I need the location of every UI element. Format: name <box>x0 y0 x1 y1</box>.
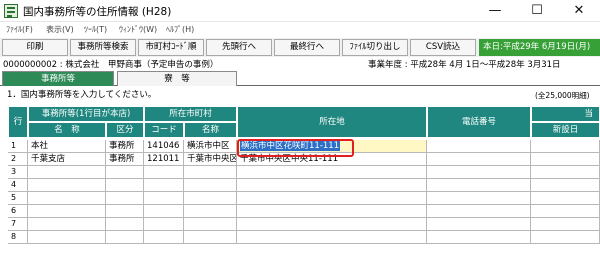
category-cell[interactable] <box>106 218 144 231</box>
city-code-cell[interactable] <box>144 205 184 218</box>
row-number: 7 <box>8 218 28 231</box>
header-new-establish: 新設日 <box>531 122 600 138</box>
phone-cell[interactable] <box>427 153 531 166</box>
last-row-button[interactable]: 最終行へ <box>274 39 340 56</box>
category-cell[interactable] <box>106 179 144 192</box>
address-cell[interactable] <box>237 218 427 231</box>
office-name-cell[interactable] <box>28 218 106 231</box>
city-name-cell[interactable] <box>184 192 237 205</box>
category-cell[interactable] <box>106 192 144 205</box>
menu-tools[interactable]: ﾂｰﾙ(T) <box>84 24 107 35</box>
highlight-annotation <box>237 139 354 157</box>
phone-cell[interactable] <box>427 218 531 231</box>
menu-help[interactable]: ﾍﾙﾌﾟ(H) <box>166 24 194 35</box>
tab-offices[interactable]: 事務所等 <box>2 71 114 86</box>
category-cell[interactable]: 事務所 <box>106 153 144 166</box>
city-name-cell[interactable]: 横浜市中区 <box>184 140 237 153</box>
row-number: 8 <box>8 231 28 244</box>
header-city-group: 所在市町村 <box>144 106 237 122</box>
phone-cell[interactable] <box>427 140 531 153</box>
city-code-cell[interactable]: 141046 <box>144 140 184 153</box>
row-number: 1 <box>8 140 28 153</box>
header-extra: 当 <box>531 106 600 122</box>
header-name: 名 称 <box>28 122 106 138</box>
new-establish-cell[interactable] <box>531 140 600 153</box>
company-info: 0000000002 : 株式会社 甲野商事（予定申告の事例） <box>3 60 219 70</box>
window-title: 国内事務所等の住所情報 (H28) <box>23 6 172 18</box>
menu-window[interactable]: ｳｨﾝﾄﾞｳ(W) <box>119 24 157 35</box>
new-establish-cell[interactable] <box>531 231 600 244</box>
header-phone: 電話番号 <box>427 106 531 138</box>
header-category: 区分 <box>106 122 144 138</box>
new-establish-cell[interactable] <box>531 205 600 218</box>
city-name-cell[interactable] <box>184 205 237 218</box>
app-icon <box>4 4 18 18</box>
menu-file[interactable]: ﾌｧｲﾙ(F) <box>6 24 33 35</box>
city-name-cell[interactable] <box>184 218 237 231</box>
minimize-button[interactable]: — <box>474 0 516 22</box>
city-code-order-button[interactable]: 市町村ｺｰﾄﾞ順 <box>138 39 204 56</box>
phone-cell[interactable] <box>427 231 531 244</box>
category-cell[interactable] <box>106 231 144 244</box>
maximize-button[interactable]: ☐ <box>516 0 558 22</box>
office-name-cell[interactable] <box>28 166 106 179</box>
office-search-button[interactable]: 事務所等検索 <box>70 39 136 56</box>
row-number: 5 <box>8 192 28 205</box>
city-name-cell[interactable] <box>184 166 237 179</box>
fiscal-year: 事業年度 : 平成28年 4月 1日～平成28年 3月31日 <box>368 60 561 70</box>
city-name-cell[interactable]: 千葉市中央区 <box>184 153 237 166</box>
header-city-name: 名称 <box>184 122 237 138</box>
city-code-cell[interactable] <box>144 192 184 205</box>
new-establish-cell[interactable] <box>531 166 600 179</box>
address-cell[interactable] <box>237 205 427 218</box>
header-location: 所在地 <box>237 106 427 138</box>
city-code-cell[interactable]: 121011 <box>144 153 184 166</box>
new-establish-cell[interactable] <box>531 218 600 231</box>
phone-cell[interactable] <box>427 179 531 192</box>
row-number: 6 <box>8 205 28 218</box>
city-code-cell[interactable] <box>144 218 184 231</box>
new-establish-cell[interactable] <box>531 153 600 166</box>
phone-cell[interactable] <box>427 166 531 179</box>
detail-count: (全25,000明細) <box>535 91 590 100</box>
city-name-cell[interactable] <box>184 179 237 192</box>
phone-cell[interactable] <box>427 205 531 218</box>
today-date: 本日:平成29年 6月19日(月) <box>479 39 600 56</box>
file-export-button[interactable]: ﾌｧｲﾙ切り出し <box>342 39 408 56</box>
instruction-text: 1．国内事務所等を入力してください。 <box>7 90 157 100</box>
city-code-cell[interactable] <box>144 231 184 244</box>
category-cell[interactable] <box>106 205 144 218</box>
office-name-cell[interactable] <box>28 231 106 244</box>
city-code-cell[interactable] <box>144 179 184 192</box>
office-name-cell[interactable]: 本社 <box>28 140 106 153</box>
new-establish-cell[interactable] <box>531 179 600 192</box>
office-name-cell[interactable] <box>28 179 106 192</box>
new-establish-cell[interactable] <box>531 192 600 205</box>
row-number: 4 <box>8 179 28 192</box>
category-cell[interactable]: 事務所 <box>106 140 144 153</box>
address-cell[interactable] <box>237 192 427 205</box>
address-cell[interactable] <box>237 231 427 244</box>
address-cell[interactable] <box>237 166 427 179</box>
header-code: コード <box>144 122 184 138</box>
header-row-no: 行 <box>8 106 28 138</box>
row-number: 3 <box>8 166 28 179</box>
tab-dormitories[interactable]: 寮 等 <box>117 71 237 86</box>
phone-cell[interactable] <box>427 192 531 205</box>
city-code-cell[interactable] <box>144 166 184 179</box>
address-cell[interactable] <box>237 179 427 192</box>
print-button[interactable]: 印刷 <box>2 39 68 56</box>
office-name-cell[interactable] <box>28 192 106 205</box>
menu-view[interactable]: 表示(V) <box>46 24 74 35</box>
close-button[interactable]: ✕ <box>558 0 600 22</box>
office-name-cell[interactable]: 千葉支店 <box>28 153 106 166</box>
office-name-cell[interactable] <box>28 205 106 218</box>
csv-import-button[interactable]: CSV読込 <box>410 39 476 56</box>
first-row-button[interactable]: 先頭行へ <box>206 39 272 56</box>
city-name-cell[interactable] <box>184 231 237 244</box>
row-number: 2 <box>8 153 28 166</box>
header-office-group: 事務所等(1行目が本店) <box>28 106 144 122</box>
category-cell[interactable] <box>106 166 144 179</box>
